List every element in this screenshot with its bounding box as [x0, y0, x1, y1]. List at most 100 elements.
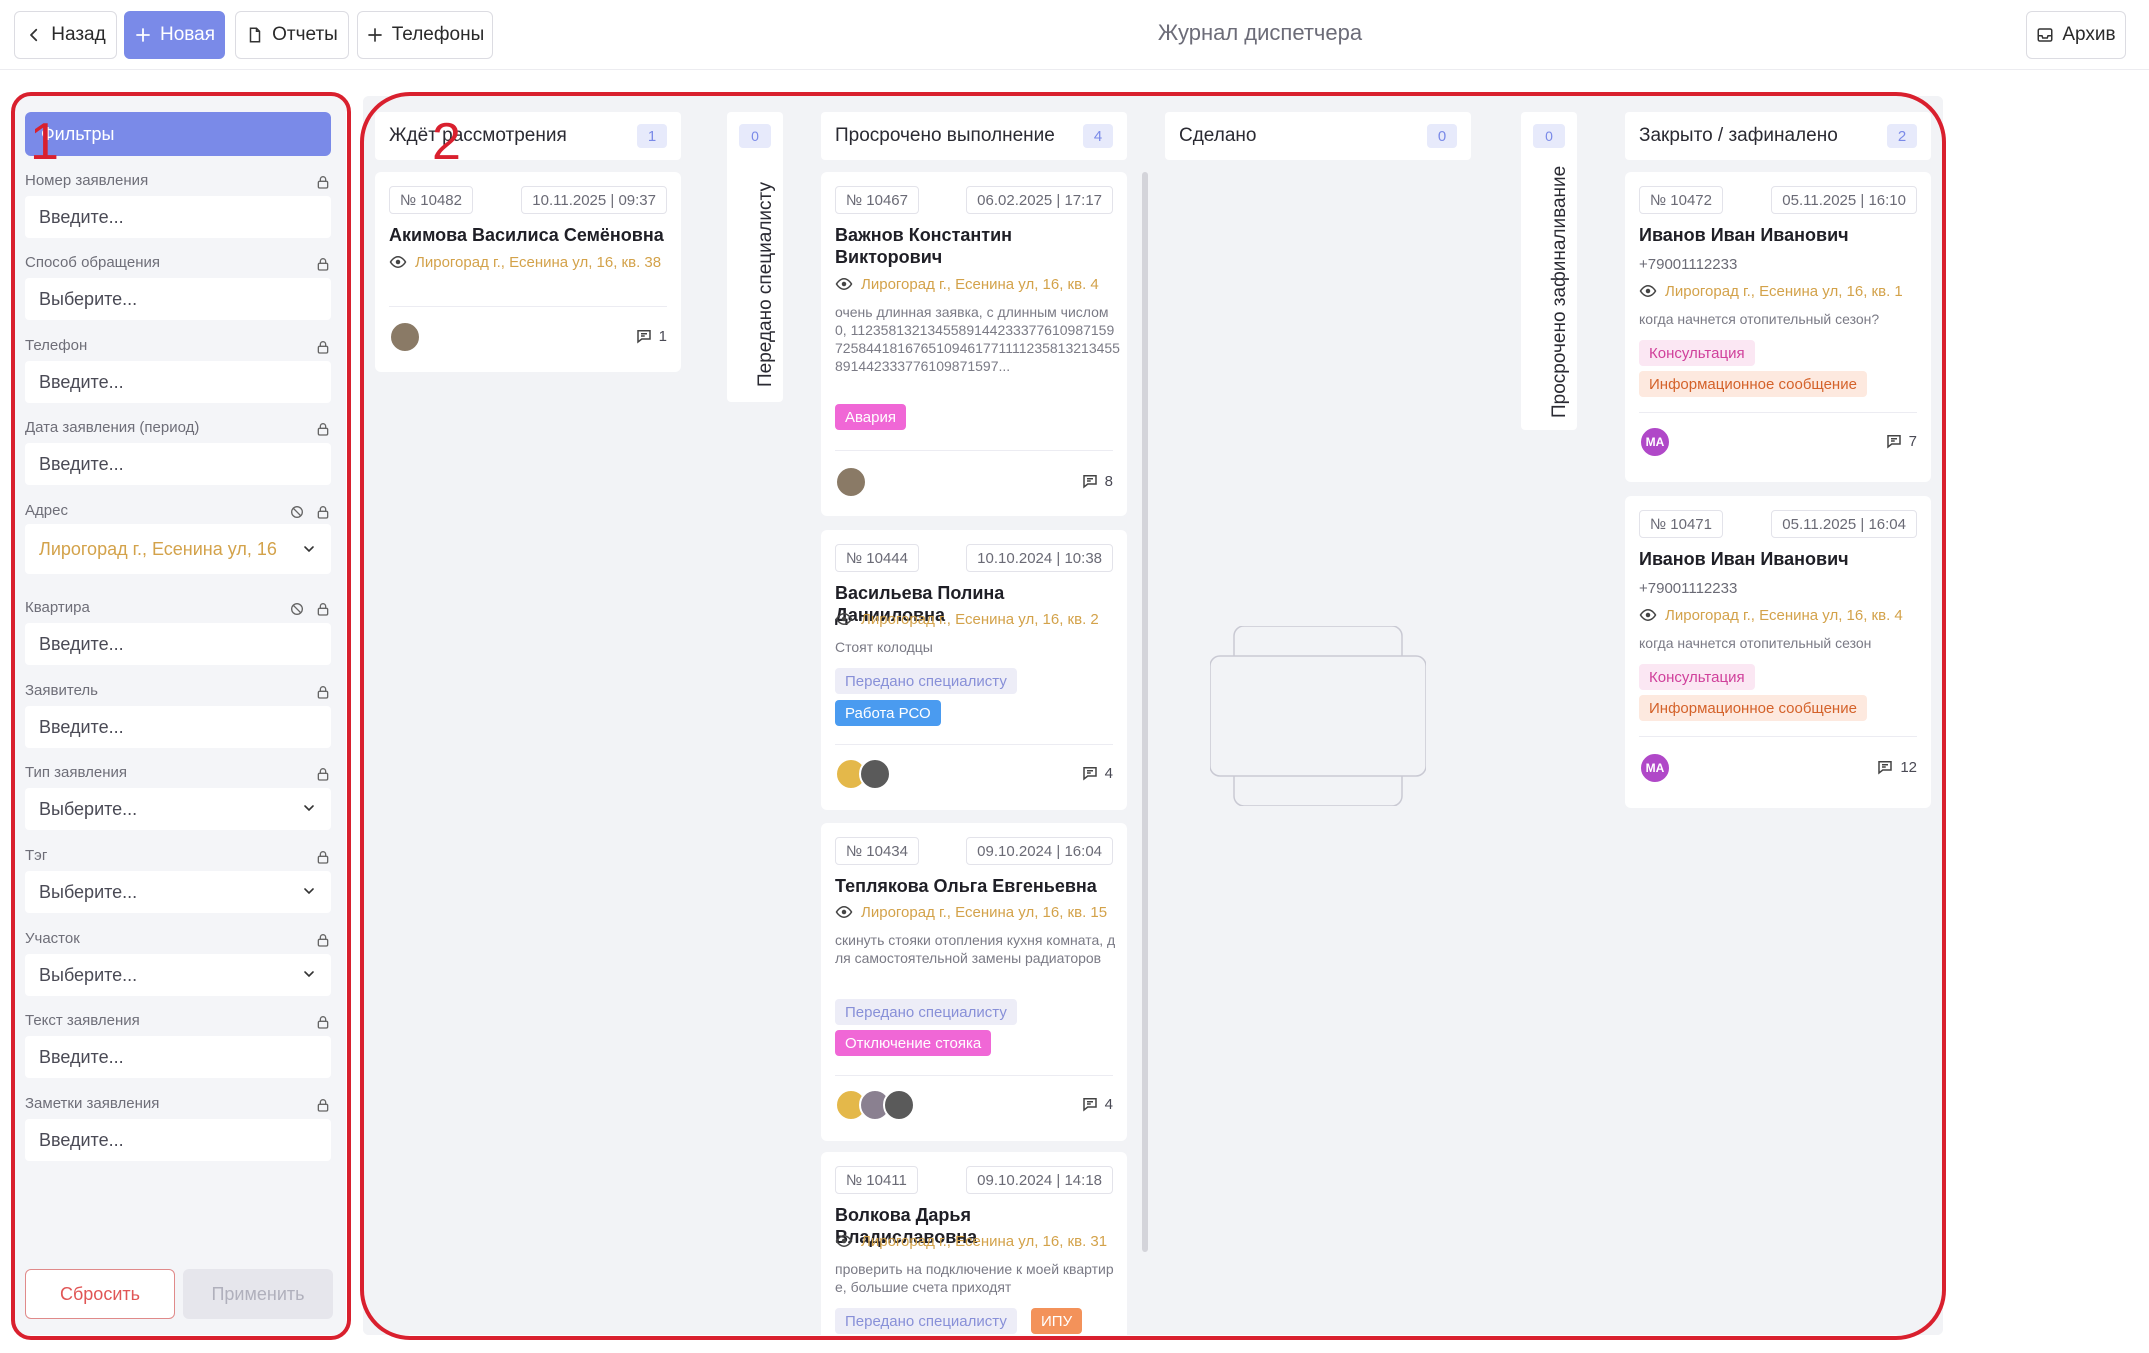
text-input-value: Введите... [39, 1046, 124, 1067]
lock-icon[interactable] [315, 932, 331, 948]
divider [835, 744, 1113, 745]
column-closed: Закрыто / зафиналено 2 № 10472 05.11.202… [1613, 96, 1943, 1335]
lock-icon[interactable] [315, 1014, 331, 1030]
lock-icon[interactable] [315, 1097, 331, 1113]
area-select[interactable]: Выберите... [25, 954, 331, 996]
filter-label-apartment: Квартира [25, 599, 90, 616]
date-input-value: Введите... [39, 453, 124, 474]
phone-input[interactable]: Введите... [25, 361, 331, 403]
new-button[interactable]: Новая [124, 11, 225, 59]
plus-icon [367, 28, 382, 42]
request-number: № 10434 [835, 837, 919, 865]
tag: Консультация [1639, 664, 1755, 690]
divider [835, 1075, 1113, 1076]
comment-icon [1878, 761, 1893, 775]
filter-label-tag: Тэг [25, 847, 48, 864]
column-done: Сделано 0 [1153, 96, 1483, 1335]
block-icon[interactable] [289, 504, 305, 520]
request-description: когда начнется отопительный сезон [1639, 635, 1872, 651]
tag-select[interactable]: Выберите... [25, 871, 331, 913]
eye-icon [835, 905, 853, 919]
comments-count[interactable]: 1 [635, 327, 667, 345]
lock-icon[interactable] [315, 504, 331, 520]
kanban-board: Ждёт рассмотрения 1 № 10482 10.11.2025 |… [363, 96, 1943, 1335]
chevron-down-icon [304, 805, 314, 812]
filters-panel: Фильтры Номер заявления Введите... Спосо… [14, 96, 346, 1335]
divider [1639, 412, 1917, 413]
block-icon[interactable] [289, 601, 305, 617]
applicant-name: Теплякова Ольга Евгеньевна [835, 876, 1097, 896]
number-input[interactable]: Введите... [25, 196, 331, 238]
column-title: Закрыто / зафиналено [1639, 125, 1838, 146]
comments-count[interactable]: 8 [1081, 472, 1113, 490]
chevron-left-icon [30, 28, 38, 42]
divider [835, 450, 1113, 451]
column-header: Ждёт рассмотрения 1 [375, 112, 681, 160]
applicant-name: Важнов Константин Викторович [835, 225, 1013, 267]
reports-button[interactable]: Отчеты [235, 11, 349, 59]
lock-icon[interactable] [315, 421, 331, 437]
request-card[interactable]: № 10472 05.11.2025 | 16:10 Иванов Иван И… [1625, 172, 1931, 482]
address-select[interactable]: Лирогорад г., Есенина ул, 16 [25, 524, 331, 574]
apartment-input[interactable]: Введите... [25, 623, 331, 665]
comments-count[interactable]: 4 [1081, 1095, 1113, 1113]
tag: Отключение стояка [835, 1030, 992, 1056]
column-count: 0 [1427, 124, 1457, 148]
method-select[interactable]: Выберите... [25, 278, 331, 320]
request-card[interactable]: № 10434 09.10.2024 | 16:04 Теплякова Оль… [821, 823, 1127, 1141]
comments-number: 4 [1104, 1095, 1113, 1113]
column-title: Просрочено зафиналивание [1549, 165, 1570, 418]
chevron-down-icon [304, 888, 314, 895]
column-to-specialist[interactable]: 0 Передано специалисту [715, 96, 795, 1335]
comments-number: 4 [1104, 764, 1113, 782]
column-overdue-final[interactable]: 0 Просрочено зафиналивание [1509, 96, 1589, 1335]
applicant-input[interactable]: Введите... [25, 706, 331, 748]
request-description: проверить на подключение к моей квартире… [835, 1261, 1114, 1295]
lock-icon[interactable] [315, 256, 331, 272]
column-header: Закрыто / зафиналено 2 [1625, 112, 1931, 160]
eye-icon [1639, 284, 1657, 298]
back-button[interactable]: Назад [14, 11, 117, 59]
request-card[interactable]: № 10482 10.11.2025 | 09:37 Акимова Васил… [375, 172, 681, 372]
lock-icon[interactable] [315, 849, 331, 865]
archive-button[interactable]: Архив [2026, 11, 2126, 59]
reset-button[interactable]: Сбросить [25, 1269, 175, 1319]
lock-icon[interactable] [315, 339, 331, 355]
request-number: № 10472 [1639, 186, 1723, 214]
request-card[interactable]: № 10471 05.11.2025 | 16:04 Иванов Иван И… [1625, 496, 1931, 808]
filter-label-phone: Телефон [25, 337, 88, 354]
request-address: Лирогорад г., Есенина ул, 16, кв. 4 [861, 276, 1099, 293]
phones-button[interactable]: Телефоны [357, 11, 493, 59]
request-card[interactable]: № 10444 10.10.2024 | 10:38 Васильева Пол… [821, 530, 1127, 810]
empty-state-icon [1210, 626, 1426, 806]
request-address: Лирогорад г., Есенина ул, 16, кв. 2 [861, 611, 1099, 628]
filter-label-area: Участок [25, 930, 80, 947]
tag: Консультация [1639, 340, 1755, 366]
notes-input[interactable]: Введите... [25, 1119, 331, 1161]
comments-count[interactable]: 7 [1885, 432, 1917, 450]
comments-count[interactable]: 12 [1876, 758, 1917, 776]
comment-icon [636, 330, 651, 344]
lock-icon[interactable] [315, 601, 331, 617]
lock-icon[interactable] [315, 684, 331, 700]
request-date: 10.10.2024 | 10:38 [966, 544, 1113, 572]
request-card[interactable]: № 10411 09.10.2024 | 14:18 Волкова Дарья… [821, 1152, 1127, 1335]
text-input[interactable]: Введите... [25, 1036, 331, 1078]
date-input[interactable]: Введите... [25, 443, 331, 485]
comments-count[interactable]: 4 [1081, 764, 1113, 782]
scrollbar[interactable] [1142, 172, 1148, 1252]
type-select[interactable]: Выберите... [25, 788, 331, 830]
filters-header: Фильтры [25, 112, 331, 156]
lock-icon[interactable] [315, 174, 331, 190]
apply-button[interactable]: Применить [183, 1269, 333, 1319]
applicant-name: Иванов Иван Иванович [1639, 549, 1849, 569]
divider [389, 306, 667, 307]
request-number: № 10444 [835, 544, 919, 572]
request-card[interactable]: № 10467 06.02.2025 | 17:17 Важнов Конста… [821, 172, 1127, 516]
column-count: 4 [1083, 124, 1113, 148]
type-select-value: Выберите... [39, 798, 138, 819]
column-header: Сделано 0 [1165, 112, 1471, 160]
request-address: Лирогорад г., Есенина ул, 16, кв. 31 [861, 1233, 1108, 1250]
lock-icon[interactable] [315, 766, 331, 782]
inbox-icon [2037, 28, 2053, 42]
